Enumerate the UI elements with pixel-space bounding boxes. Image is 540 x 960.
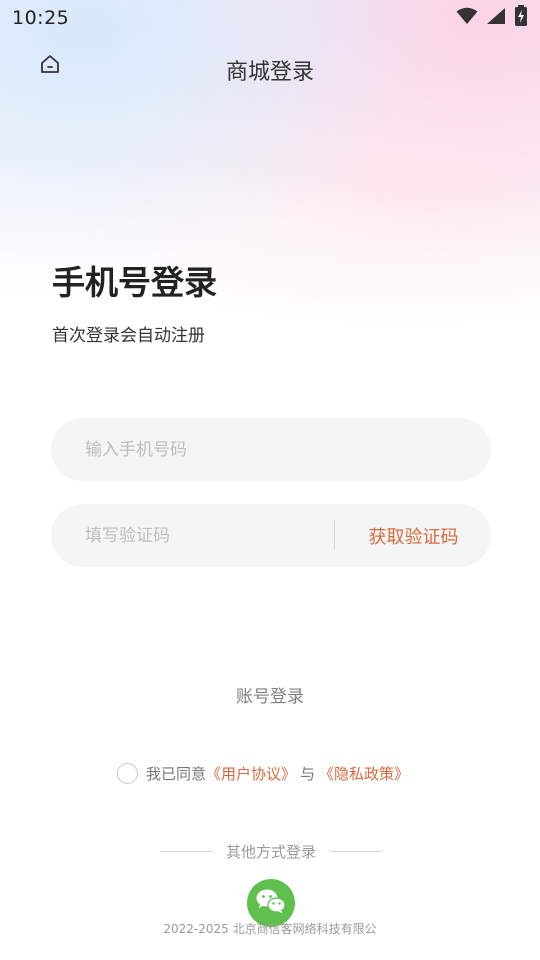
code-divider (334, 520, 335, 550)
login-button-area (51, 610, 491, 673)
other-login-label: 其他方式登录 (226, 842, 317, 861)
user-agreement-link[interactable]: 《用户协议》 (206, 763, 296, 784)
get-code-button[interactable]: 获取验证码 (351, 504, 476, 567)
agreement-prefix: 我已同意 (146, 764, 207, 783)
wifi-icon (456, 7, 478, 29)
battery-charging-icon (514, 5, 528, 31)
page-header: 商城登录 (0, 44, 540, 94)
other-login-divider: 其他方式登录 (160, 840, 383, 862)
page-title: 商城登录 (225, 60, 314, 85)
divider-line-right (330, 850, 383, 852)
privacy-policy-link[interactable]: 《隐私政策》 (319, 763, 409, 784)
phone-input[interactable] (85, 418, 335, 481)
verification-code-input[interactable] (85, 504, 325, 567)
phone-field (51, 418, 491, 481)
login-title: 手机号登录 (52, 263, 217, 302)
status-icons (456, 5, 528, 31)
account-login-link[interactable]: 账号登录 (0, 682, 540, 707)
code-field: 获取验证码 (51, 504, 491, 567)
agreement-and: 与 (300, 764, 316, 783)
agreement-row: 我已同意 《用户协议》 与 《隐私政策》 (117, 762, 409, 784)
wechat-icon (255, 887, 287, 919)
login-subtitle: 首次登录会自动注册 (52, 326, 205, 346)
agree-checkbox[interactable] (117, 762, 138, 784)
status-bar: 10:25 (0, 0, 540, 36)
divider-line-left (160, 850, 212, 852)
copyright-text: 2022-2025 北京商信客网络科技有限公 (163, 922, 377, 936)
status-time: 10:25 (12, 7, 70, 29)
signal-icon (486, 7, 506, 29)
